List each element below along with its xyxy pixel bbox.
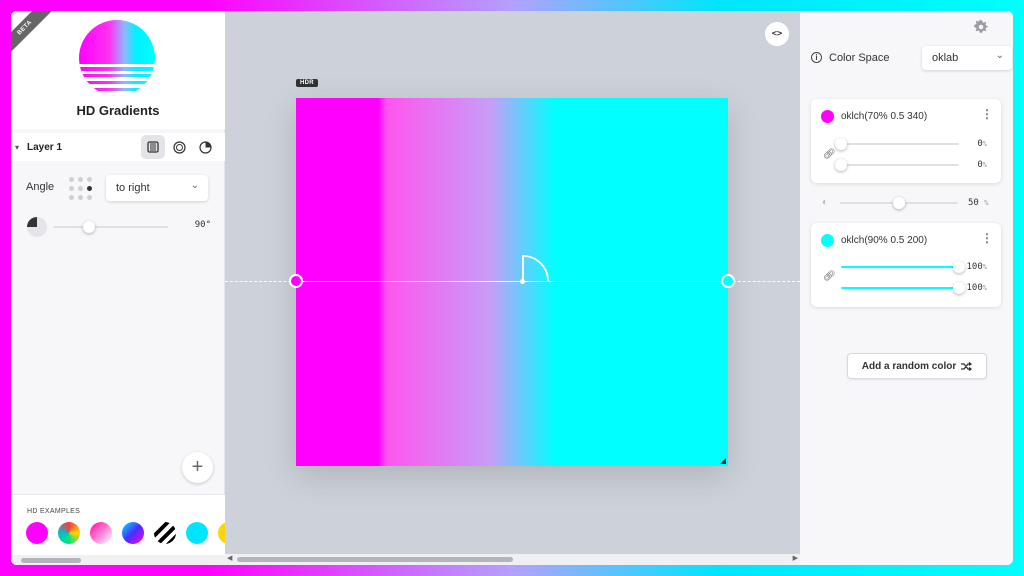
hdr-badge: HDR [296,79,318,87]
left-scrollbar-thumb[interactable] [21,558,81,563]
chevron-down-icon: ⌄ [995,50,1004,61]
color-start-value: 0% [977,139,987,149]
example-magenta[interactable] [26,522,48,544]
add-layer-button[interactable]: + [182,452,213,483]
color-swatch[interactable] [821,110,834,123]
more-options-icon[interactable]: ⋮ [981,231,993,245]
color-end-slider-thumb[interactable] [835,159,847,171]
midpoint-value: 50 % [968,198,989,208]
direction-picker[interactable] [69,177,93,201]
left-panel: BETA HD Gradients ▾ Layer 1 Angle to rig… [11,11,225,565]
color-swatch[interactable] [821,234,834,247]
midpoint-slider-thumb[interactable] [893,197,905,209]
color-value-text[interactable]: oklch(70% 0.5 340) [841,111,927,122]
shuffle-icon [961,361,973,371]
plus-icon: + [191,456,204,478]
direction-select[interactable]: to right ⌄ [106,175,208,201]
beta-badge: BETA [11,11,53,56]
example-pink-white[interactable] [90,522,112,544]
angle-pie-icon [27,217,47,237]
color-stop-card: oklch(70% 0.5 340) ⋮ 🔗︎ 0% 0% [811,99,1001,183]
canvas-scrollbar-thumb[interactable] [237,557,513,562]
layer-header[interactable]: ▾ Layer 1 [11,133,225,161]
link-icon[interactable]: 🔗︎ [823,149,836,160]
color-value-text[interactable]: oklch(90% 0.5 200) [841,235,927,246]
gradient-line-extension-right [728,281,800,282]
left-scrollbar[interactable] [11,555,225,565]
angle-slider-thumb[interactable] [82,221,95,233]
app-title: HD Gradients [76,103,160,118]
scroll-right-arrow-icon[interactable]: ▶ [793,554,798,562]
app-window: BETA HD Gradients ▾ Layer 1 Angle to rig… [11,11,1013,565]
color-start-slider-track[interactable] [841,143,959,145]
color-start-slider-track[interactable] [841,266,959,268]
midpoint-icon: ◐ [822,197,829,208]
caret-down-icon[interactable]: ▾ [15,143,27,152]
example-stripes[interactable] [154,522,176,544]
conic-gradient-mode-button[interactable] [193,135,217,159]
gradient-start-handle[interactable] [289,274,303,288]
canvas-area: <> HDR ◢ ◀ ▶ [225,11,800,565]
canvas-scrollbar[interactable]: ◀ ▶ [225,554,800,565]
logo-area: BETA HD Gradients [11,11,225,129]
color-space-label: Color Space [829,52,890,64]
angle-slider-track[interactable] [53,226,168,228]
resize-handle-icon[interactable]: ◢ [720,456,726,465]
example-rainbow[interactable] [58,522,80,544]
color-end-value: 0% [977,160,987,170]
linear-gradient-icon [147,141,159,153]
example-cyan[interactable] [186,522,208,544]
example-blue-magenta[interactable] [122,522,144,544]
conic-gradient-icon [198,140,212,154]
color-space-select[interactable]: oklab ⌄ [922,46,1012,70]
add-random-color-button[interactable]: Add a random color [847,353,987,379]
gradient-line-extension-left [225,281,296,282]
example-yellow[interactable] [218,522,225,544]
linear-gradient-mode-button[interactable] [141,135,165,159]
color-start-value: 100% [966,262,987,272]
angle-label: Angle [26,181,55,193]
examples-label: HD EXAMPLES [27,508,81,515]
color-end-slider-track[interactable] [841,164,959,166]
color-end-slider-track[interactable] [841,287,959,289]
gradient-line [296,281,728,282]
link-icon[interactable]: 🔗︎ [823,271,836,282]
radial-gradient-icon [172,140,186,154]
gradient-preview: ◢ [296,98,728,466]
chevron-down-icon: ⌄ [190,180,199,191]
color-start-slider-thumb[interactable] [835,138,847,150]
color-end-value: 100% [966,283,987,293]
layer-title: Layer 1 [27,141,63,153]
code-toggle-button[interactable]: <> [765,22,789,46]
more-options-icon[interactable]: ⋮ [981,107,993,121]
color-space-value: oklab [932,52,959,64]
angle-arc-icon[interactable] [522,255,552,283]
gear-icon[interactable] [973,19,989,35]
info-icon[interactable]: i [811,52,822,63]
scroll-left-arrow-icon[interactable]: ◀ [227,554,232,562]
direction-select-value: to right [116,182,150,194]
radial-gradient-mode-button[interactable] [167,135,191,159]
app-logo [79,20,155,96]
gradient-end-handle[interactable] [721,274,735,288]
right-panel: i Color Space oklab ⌄ oklch(70% 0.5 340)… [800,11,1013,565]
add-random-color-label: Add a random color [861,360,957,372]
gradient-center-handle[interactable] [520,279,525,284]
color-stop-card: oklch(90% 0.5 200) ⋮ 🔗︎ 100% 100% [811,223,1001,307]
angle-value: 90° [194,220,211,230]
